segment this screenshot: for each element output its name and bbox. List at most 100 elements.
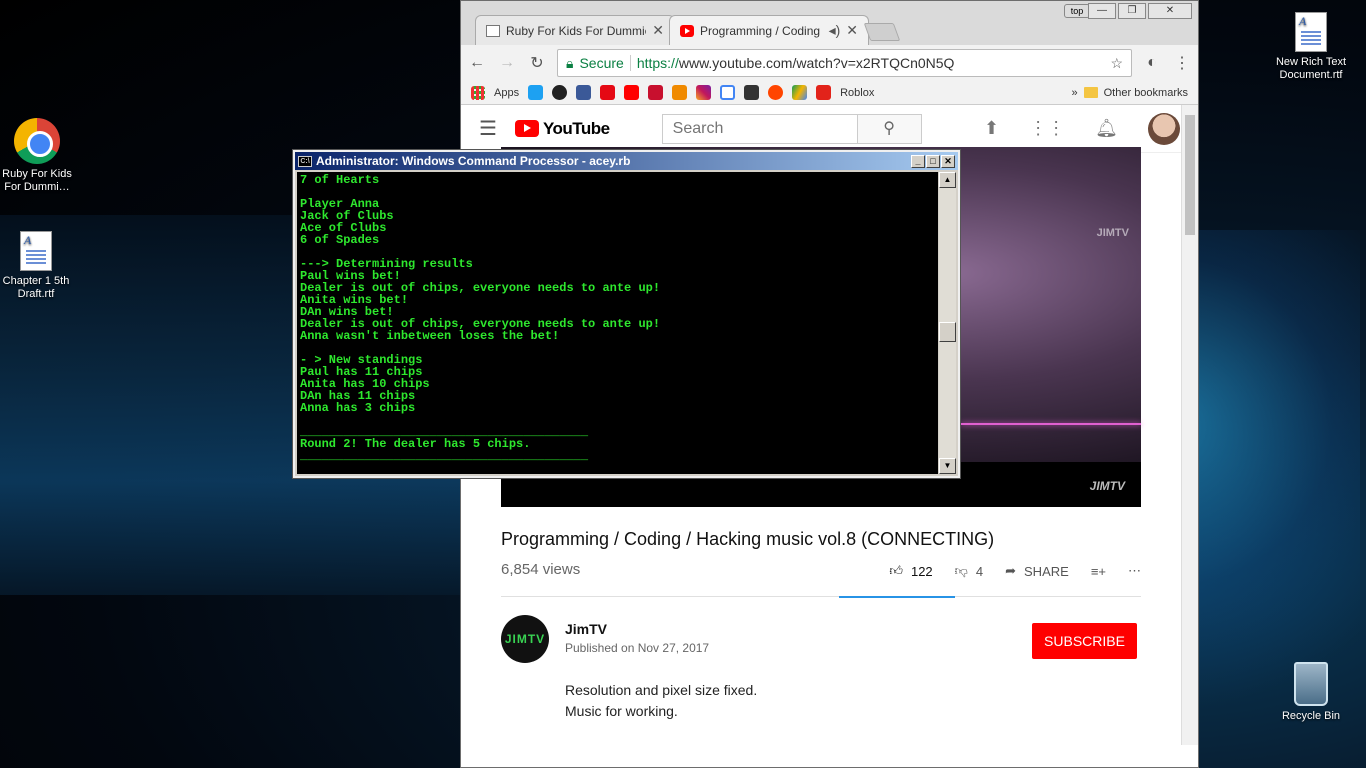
apps-grid-icon: [471, 85, 485, 100]
bookmark-apps[interactable]: Apps: [494, 87, 519, 99]
console-line: Anna wasn't inbetween loses the bet!: [300, 329, 560, 343]
video-title: Programming / Coding / Hacking music vol…: [501, 529, 995, 549]
view-count: 6,854 views: [501, 561, 581, 578]
cmd-scrollbar[interactable]: ▲ ▼: [939, 172, 956, 474]
urban-dictionary-icon[interactable]: [672, 85, 688, 100]
desktop-icon-chapter-draft[interactable]: Chapter 1 5th Draft.rtf: [0, 231, 76, 301]
lock-icon: 🔒︎: [566, 54, 574, 71]
apps-grid-icon[interactable]: ⋮⋮: [1029, 118, 1065, 139]
hamburger-menu-icon[interactable]: ☰: [479, 116, 497, 141]
reddit-icon[interactable]: [768, 85, 784, 100]
channel-avatar[interactable]: JIMTV: [501, 615, 549, 663]
avatar[interactable]: [1148, 112, 1180, 145]
add-to-playlist-button[interactable]: ≡+: [1091, 564, 1106, 579]
google-icon[interactable]: [720, 85, 736, 100]
like-ratio-bar: [839, 596, 955, 598]
page-scrollbar[interactable]: [1181, 105, 1198, 745]
notifications-bell-icon[interactable]: 🔔︎: [1095, 118, 1118, 139]
upload-icon[interactable]: ⬆: [984, 118, 999, 139]
dislike-button[interactable]: 👎︎ 4: [955, 563, 983, 579]
top-badge[interactable]: top: [1064, 4, 1090, 18]
youtube-play-icon: [514, 120, 539, 137]
other-bookmarks[interactable]: » Other bookmarks: [1072, 87, 1189, 99]
forward-arrow-icon[interactable]: →: [497, 54, 517, 72]
desktop-icon-new-rich-text[interactable]: New Rich Text Document.rtf: [1271, 12, 1351, 82]
restore-button[interactable]: ❐: [1118, 3, 1146, 19]
console-line: Jack of Clubs: [300, 209, 394, 223]
youtube-bookmark-icon[interactable]: [624, 85, 640, 100]
scrollbar-thumb[interactable]: [1185, 115, 1195, 235]
close-tab-icon[interactable]: ✕: [846, 22, 858, 39]
instagram-icon[interactable]: [696, 85, 712, 100]
more-actions-button[interactable]: ⋯: [1128, 563, 1141, 579]
like-button[interactable]: 👍︎ 122: [889, 563, 932, 579]
cmd-scroll-thumb[interactable]: [939, 322, 956, 342]
bookmarks-bar: Apps Roblox » Other bookmarks: [461, 81, 1198, 105]
search-button[interactable]: ⚲: [857, 113, 922, 144]
desktop-icon-chrome-shortcut[interactable]: Ruby For Kids For Dummi…: [0, 118, 77, 194]
search-input[interactable]: [661, 113, 858, 144]
speaker-icon[interactable]: ◂): [829, 22, 841, 39]
roblox-icon: [816, 85, 832, 100]
window-controls: — ❐ ✕: [1088, 3, 1192, 19]
google-drive-icon[interactable]: [792, 85, 808, 100]
twitter-icon[interactable]: [528, 85, 544, 100]
document-icon: [1295, 12, 1327, 52]
cmd-icon: C:\: [298, 155, 312, 167]
scroll-down-arrow-icon[interactable]: ▼: [939, 458, 956, 474]
console-line: ________________________________________: [300, 449, 589, 463]
close-window-button[interactable]: ✕: [1148, 3, 1192, 19]
youtube-header: ☰ YouTube ⚲ ⬆ ⋮⋮ 🔔︎: [461, 105, 1198, 153]
desktop-icon-recycle-bin[interactable]: Recycle Bin: [1271, 662, 1351, 723]
subscribe-button[interactable]: SUBSCRIBE: [1032, 623, 1137, 659]
scroll-up-arrow-icon[interactable]: ▲: [939, 172, 956, 188]
github-icon[interactable]: [552, 85, 568, 100]
video-info-bar: 6,854 views 👍︎ 122 👎︎ 4 ➦ SHARE ≡+ ⋯: [501, 561, 1141, 598]
netflix-icon[interactable]: [600, 85, 616, 100]
menu-kebab-icon[interactable]: ⋮: [1172, 53, 1192, 73]
minimize-button[interactable]: —: [1088, 3, 1116, 19]
desktop-icon-label: Recycle Bin: [1281, 710, 1341, 722]
share-button[interactable]: ➦ SHARE: [1005, 563, 1069, 579]
university-crest-icon[interactable]: [648, 85, 664, 100]
description-line: Music for working.: [565, 703, 678, 719]
cmd-minimize-button[interactable]: _: [911, 154, 925, 168]
address-bar[interactable]: 🔒︎ Secure https://www.youtube.com/watch?…: [557, 49, 1132, 77]
more-bookmarks-chevron[interactable]: »: [1072, 87, 1078, 99]
page-icon: [486, 24, 500, 37]
cmd-close-button[interactable]: ✕: [941, 154, 955, 168]
youtube-search: ⚲: [661, 113, 922, 144]
header-actions: ⬆ ⋮⋮ 🔔︎: [984, 112, 1180, 145]
bookmark-star-icon[interactable]: ☆: [1110, 55, 1123, 72]
console-line: 6 of Spades: [300, 233, 380, 247]
search-icon: ⚲: [883, 119, 895, 137]
youtube-icon: [680, 24, 694, 37]
tab-title: Ruby For Kids For Dummies: [506, 23, 647, 38]
cmd-maximize-button[interactable]: □: [926, 154, 940, 168]
facebook-icon[interactable]: [576, 85, 592, 100]
reload-icon[interactable]: ↻: [527, 53, 547, 73]
console-line: Anna has 3 chips: [300, 401, 416, 415]
back-arrow-icon[interactable]: ←: [467, 54, 487, 72]
channel-name[interactable]: JimTV: [565, 621, 607, 637]
cmd-console-output[interactable]: 7 of Hearts Player Anna Jack of Clubs Ace …: [297, 172, 938, 474]
tab-ruby-for-kids[interactable]: Ruby For Kids For Dummies ✕: [475, 15, 675, 45]
tab-title: Programming / Coding / H: [700, 23, 823, 38]
video-watermark-logo: JIMTV: [1089, 479, 1125, 493]
bookmark-roblox[interactable]: Roblox: [840, 87, 874, 99]
console-line: Ace of Clubs: [300, 221, 387, 235]
console-line: 7 of Hearts: [300, 173, 380, 187]
new-tab-button[interactable]: [863, 23, 901, 41]
tab-youtube[interactable]: Programming / Coding / H ◂) ✕: [669, 15, 869, 45]
channel-row: JIMTV JimTV Published on Nov 27, 2017 SU…: [501, 615, 1141, 675]
close-tab-icon[interactable]: ✕: [652, 22, 664, 39]
youtube-logo[interactable]: YouTube: [514, 119, 610, 139]
other-bookmarks-label: Other bookmarks: [1103, 86, 1188, 99]
console-line: Player Anna: [300, 197, 380, 211]
extension-icon[interactable]: ◐: [1142, 54, 1162, 72]
store-icon[interactable]: [744, 85, 760, 100]
folder-icon: [1083, 87, 1098, 98]
cmd-title-bar[interactable]: C:\ Administrator: Windows Command Proce…: [295, 152, 958, 170]
thumbs-down-icon: 👎︎: [954, 563, 968, 578]
